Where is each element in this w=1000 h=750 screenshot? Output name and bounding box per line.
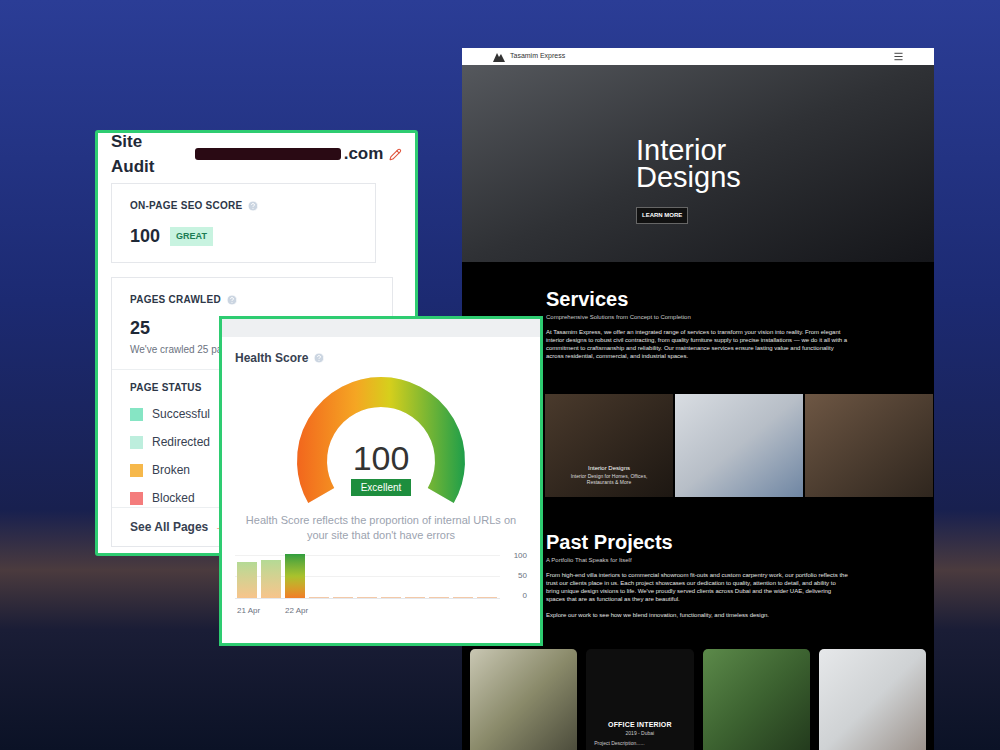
website-nav: Tasamim Express <box>462 48 934 65</box>
projects-title: Past Projects <box>546 531 850 553</box>
chart-bar <box>285 554 305 598</box>
seo-score-box: ON-PAGE SEO SCORE 100 GREAT <box>111 183 376 263</box>
site-audit-header: Site Audit.com <box>111 139 402 169</box>
project-cards: OFFICE INTERIOR2019 - Dubai Project Descr… <box>462 649 934 750</box>
chart-bar <box>261 560 281 598</box>
logo-icon <box>492 52 506 62</box>
services-text: At Tasamim Express, we offer an integrat… <box>546 328 850 360</box>
project-card[interactable] <box>819 649 926 750</box>
legend-swatch <box>130 436 143 449</box>
service-card-subtitle: Interior Design for Homes, Offices, Rest… <box>569 473 649 485</box>
chart-bar <box>237 562 257 598</box>
service-card[interactable] <box>805 394 933 497</box>
redaction-bar <box>195 148 341 160</box>
health-gauge: 100 Excellent <box>286 371 476 513</box>
projects-explore: Explore our work to see how we blend inn… <box>546 611 850 619</box>
site-audit-title: Site Audit <box>111 129 188 180</box>
legend-swatch <box>130 464 143 477</box>
project-meta: 2019 - Dubai <box>594 730 685 738</box>
card-header-strip <box>222 319 540 337</box>
seo-score-badge: GREAT <box>170 227 213 247</box>
axis-tick: 50 <box>500 570 527 582</box>
services-title: Services <box>546 288 850 310</box>
projects-subtitle: A Portfolio That Speaks for Itself <box>546 556 850 565</box>
menu-icon[interactable] <box>893 51 904 62</box>
axis-tick: 100 <box>500 550 527 562</box>
projects-text: From high-end villa interiors to commerc… <box>546 571 850 603</box>
brand-name: Tasamim Express <box>510 51 565 62</box>
chart-bar <box>309 597 329 598</box>
seo-score-label: ON-PAGE SEO SCORE <box>130 198 242 213</box>
project-card[interactable] <box>703 649 810 750</box>
legend-label: Successful <box>152 405 210 423</box>
project-card[interactable] <box>470 649 577 750</box>
legend-swatch <box>130 408 143 421</box>
legend-swatch <box>130 492 143 505</box>
chart-bar <box>381 597 401 598</box>
help-icon <box>226 294 238 306</box>
legend-label: Redirected <box>152 433 210 451</box>
help-icon <box>247 200 259 212</box>
health-score-title: Health Score <box>235 349 308 367</box>
chart-bar <box>453 597 473 598</box>
gauge-score: 100 <box>286 439 476 477</box>
chart-bar <box>357 597 377 598</box>
hero-title: Interior Designs <box>636 137 766 191</box>
health-score-card: Health Score 100 Excellent Health Score ref… <box>219 316 543 646</box>
chart-date-label: 22 Apr <box>285 605 308 617</box>
service-card[interactable]: Interior DesignsInterior Design for Home… <box>545 394 673 497</box>
legend-label: Broken <box>152 461 190 479</box>
gauge-badge: Excellent <box>351 479 412 496</box>
learn-more-button[interactable]: LEARN MORE <box>636 207 688 224</box>
axis-tick: 0 <box>500 590 527 602</box>
project-card[interactable]: OFFICE INTERIOR2019 - Dubai Project Descr… <box>586 649 693 750</box>
chart-bar <box>405 597 425 598</box>
site-domain: .com <box>344 141 384 167</box>
seo-score-value: 100 <box>130 223 160 250</box>
legend-label: Blocked <box>152 489 195 507</box>
chart-bar <box>429 597 449 598</box>
pages-crawled-label: PAGES CRAWLED <box>130 292 221 307</box>
pencil-icon[interactable] <box>389 148 402 161</box>
help-icon <box>313 352 325 364</box>
service-card[interactable] <box>675 394 803 497</box>
health-chart: 100 50 0 21 Apr 22 Apr <box>235 553 527 617</box>
project-title: OFFICE INTERIOR <box>594 720 685 731</box>
chart-date-label: 21 Apr <box>237 605 260 617</box>
services-subtitle: Comprehensive Solutions from Concept to … <box>546 313 850 322</box>
service-card-title: Interior Designs <box>588 464 630 473</box>
health-description: Health Score reflects the proportion of … <box>235 513 527 543</box>
hero: Interior Designs LEARN MORE <box>462 65 934 262</box>
chart-bar <box>333 597 353 598</box>
promo-canvas: Tasamim Express Interior Designs LEARN MOR… <box>0 0 1000 750</box>
chart-bar <box>477 597 497 598</box>
project-description: Project Description...... <box>594 740 685 748</box>
chart-axis: 100 50 0 <box>500 550 527 602</box>
